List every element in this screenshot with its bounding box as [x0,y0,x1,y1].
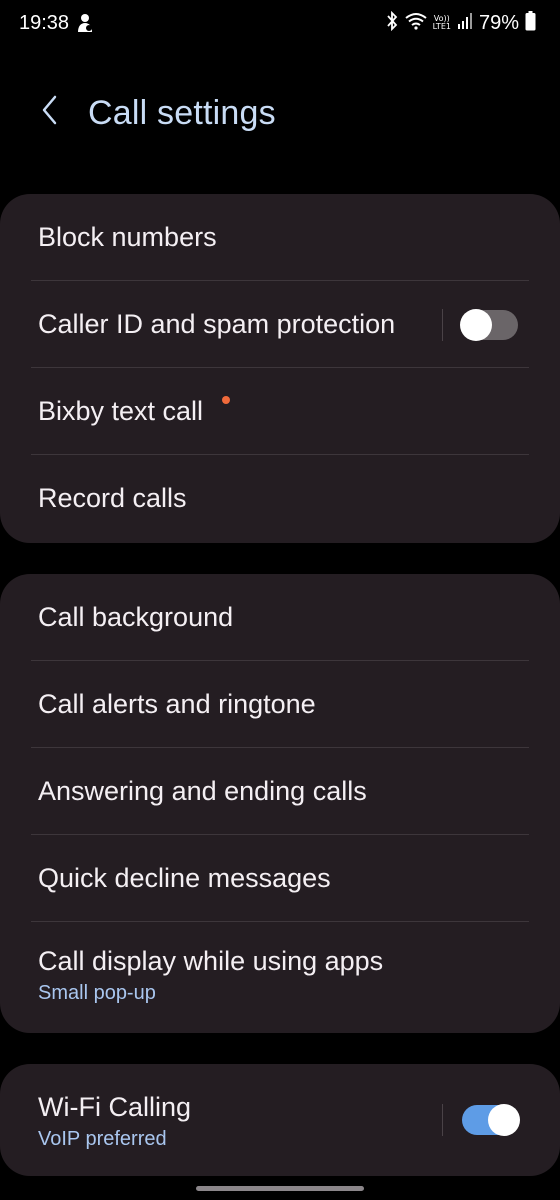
call-alerts-ringtone-item[interactable]: Call alerts and ringtone [0,661,560,748]
call-background-item[interactable]: Call background [0,574,560,661]
bluetooth-icon [385,10,399,36]
caller-id-spam-label: Caller ID and spam protection [38,309,396,339]
toggle-divider [442,1104,443,1136]
header: Call settings [0,80,560,150]
settings-group-2: Call background Call alerts and ringtone… [0,574,560,1033]
toggle-knob [460,309,492,341]
call-alerts-ringtone-label: Call alerts and ringtone [38,689,316,719]
battery-percent: 79% [478,11,519,34]
signal-icon [457,12,473,35]
quick-decline-messages-label: Quick decline messages [38,863,331,893]
settings-group-3: Wi-Fi Calling VoIP preferred [0,1064,560,1176]
wifi-calling-label: Wi-Fi Calling [38,1092,192,1122]
notification-icon [76,12,94,34]
status-icons: Vo)) LTE1 79% [385,10,536,36]
record-calls-label: Record calls [38,483,187,513]
call-display-item[interactable]: Call display while using apps Small pop-… [0,922,560,1032]
new-badge-dot [222,396,230,404]
caller-id-spam-item[interactable]: Caller ID and spam protection [0,281,560,368]
battery-icon [525,10,536,36]
quick-decline-messages-item[interactable]: Quick decline messages [0,835,560,922]
call-background-label: Call background [38,602,234,632]
block-numbers-item[interactable]: Block numbers [0,194,560,281]
bixby-text-call-item[interactable]: Bixby text call [0,368,560,455]
toggle-knob [488,1104,520,1136]
block-numbers-label: Block numbers [38,222,217,252]
back-button[interactable] [32,94,68,130]
home-indicator[interactable] [196,1186,364,1191]
call-display-value: Small pop-up [38,982,156,1004]
volte-indicator: Vo)) LTE1 [433,15,451,31]
answering-ending-calls-item[interactable]: Answering and ending calls [0,748,560,835]
status-time: 19:38 [19,12,70,34]
bixby-text-call-label: Bixby text call [38,396,204,426]
wifi-calling-toggle[interactable] [462,1104,520,1136]
wifi-icon [404,12,427,35]
wifi-calling-value: VoIP preferred [38,1128,167,1150]
chevron-left-icon [40,94,60,131]
volte-line2: LTE1 [432,22,451,31]
caller-id-spam-toggle[interactable] [460,309,518,341]
status-bar: 19:38 Vo)) LTE1 79% [0,0,560,48]
wifi-calling-item[interactable]: Wi-Fi Calling VoIP preferred [0,1064,560,1176]
call-display-label: Call display while using apps [38,946,384,976]
toggle-divider [442,309,443,341]
settings-group-1: Block numbers Caller ID and spam protect… [0,194,560,543]
record-calls-item[interactable]: Record calls [0,455,560,542]
answering-ending-calls-label: Answering and ending calls [38,776,367,806]
page-title: Call settings [88,94,276,132]
